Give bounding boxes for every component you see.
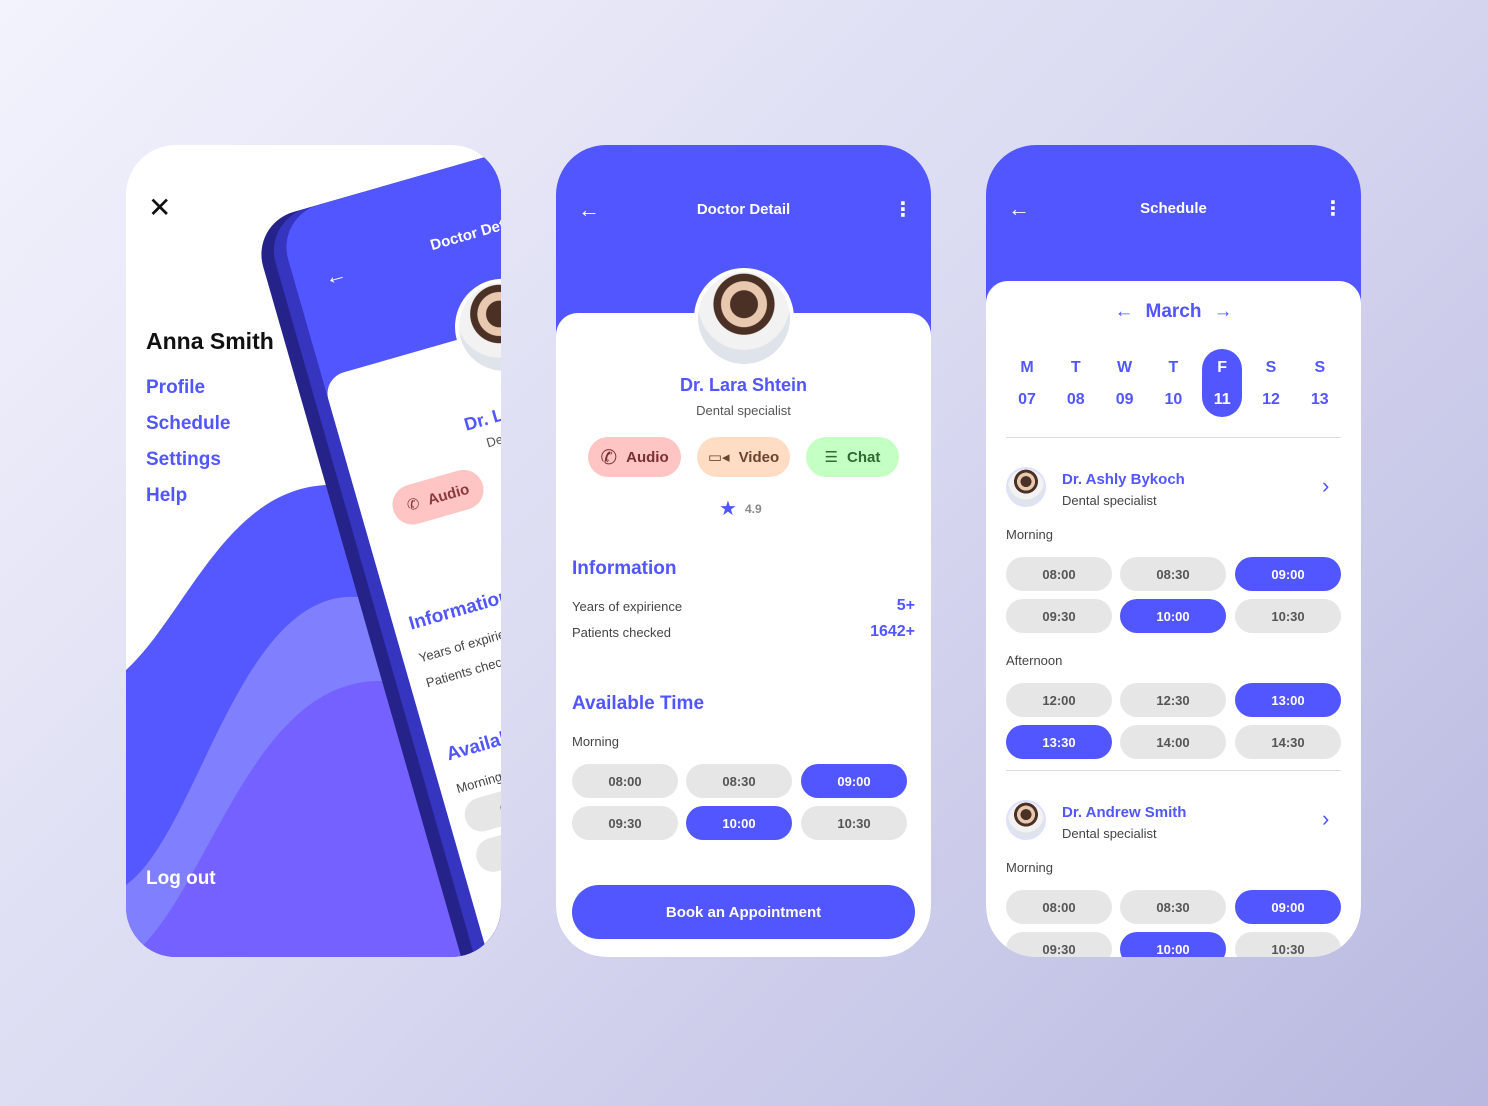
time-slot[interactable]: 13:00: [1235, 683, 1341, 717]
screen-title: Doctor Detail: [696, 201, 791, 218]
time-slot[interactable]: 09:30: [1006, 599, 1112, 633]
time-slot[interactable]: 13:30: [1006, 725, 1112, 759]
menu-screen: ✕ Anna Smith Profile Schedule Settings H…: [126, 145, 501, 957]
chevron-right-icon[interactable]: ›: [1322, 806, 1329, 832]
preview-info-title: Information: [406, 585, 501, 635]
time-slot[interactable]: 10:00: [1120, 932, 1226, 957]
video-camera-icon: ▭◂: [707, 449, 730, 466]
doctor-specialty: Dental specialist: [1062, 493, 1157, 508]
time-slot[interactable]: 14:30: [1235, 725, 1341, 759]
day-number: 13: [1310, 391, 1329, 408]
chevron-right-icon[interactable]: ›: [1322, 473, 1329, 499]
time-slot[interactable]: 10:00: [1120, 599, 1226, 633]
info-label: Years of expirience: [572, 599, 683, 614]
day-10[interactable]: T 10: [1153, 349, 1193, 417]
screen-title: Schedule: [1140, 200, 1207, 217]
phone-icon: ✆: [404, 494, 422, 515]
doctor-detail-screen: ← Doctor Detail ⋮ Dr. Lara Shtein Dental…: [556, 145, 931, 957]
next-month-arrow-icon[interactable]: →: [1213, 301, 1232, 323]
day-number: 07: [1018, 391, 1036, 408]
information-title: Information: [572, 558, 677, 579]
afternoon-label: Afternoon: [1006, 653, 1063, 668]
phone-icon: ✆: [600, 446, 618, 469]
doctor-avatar: [694, 268, 794, 368]
day-07[interactable]: M 07: [1007, 349, 1047, 417]
time-slot[interactable]: 10:30: [1235, 932, 1341, 957]
day-letter: W: [1117, 359, 1133, 376]
morning-label: Morning: [1006, 527, 1053, 542]
doctor-name[interactable]: Dr. Andrew Smith: [1062, 804, 1186, 821]
day-number: 08: [1066, 391, 1085, 408]
audio-label: Audio: [626, 448, 669, 466]
time-slot[interactable]: 09:00: [1235, 890, 1341, 924]
rating-value: 4.9: [744, 501, 762, 516]
day-number: 12: [1262, 391, 1280, 408]
time-slot[interactable]: 08:00: [572, 764, 678, 798]
chat-button[interactable]: ☰ Chat: [806, 437, 899, 477]
audio-button[interactable]: ✆ Audio: [588, 437, 681, 477]
time-slot[interactable]: 10:00: [686, 806, 792, 840]
doctor-avatar: [1006, 800, 1046, 840]
time-slot[interactable]: 09:30: [572, 806, 678, 840]
logout-button[interactable]: Log out: [146, 868, 216, 890]
day-letter: F: [1217, 359, 1228, 376]
time-slot[interactable]: 12:30: [1120, 683, 1226, 717]
day-letter: M: [1020, 359, 1034, 376]
book-appointment-button[interactable]: Book an Appointment: [572, 885, 915, 939]
month-selector: ← March →: [986, 301, 1361, 323]
time-slot[interactable]: 08:00: [1006, 557, 1112, 591]
prev-month-arrow-icon[interactable]: ←: [1115, 301, 1134, 323]
schedule-card: ← March → M 07 T 08 W 09 T 10 F 11 S 12 S 13 Dr. Ashl…: [986, 281, 1361, 957]
detail-card: Dr. Lara Shtein Dental specialist ✆ Audio…: [556, 313, 931, 957]
doctor-avatar: [1006, 467, 1046, 507]
chat-label: Chat: [847, 448, 881, 466]
time-slot[interactable]: 09:30: [1006, 932, 1112, 957]
star-icon: ★: [719, 498, 737, 520]
day-09[interactable]: W 09: [1105, 349, 1145, 417]
doctor-name: Dr. Lara Shtein: [679, 375, 808, 395]
time-slot[interactable]: 10:30: [1235, 599, 1341, 633]
time-slot[interactable]: 08:00: [1006, 890, 1112, 924]
info-value: 1642+: [870, 623, 915, 640]
day-08[interactable]: T 08: [1056, 349, 1096, 417]
info-label: Patients checked: [572, 625, 672, 640]
month-label: March: [1145, 301, 1202, 322]
time-slot[interactable]: 09:00: [1235, 557, 1341, 591]
doctor-specialty: Dental specialist: [696, 403, 791, 418]
schedule-screen: ← Schedule ⋮ ← March → M 07 T 08 W 09 T 10 F 11 S 1…: [986, 145, 1361, 957]
rating: ★ 4.9: [719, 496, 762, 521]
day-number: 10: [1164, 391, 1183, 408]
time-slot[interactable]: 08:30: [1120, 557, 1226, 591]
day-letter: S: [1265, 359, 1277, 376]
info-value: 5+: [896, 597, 915, 614]
chat-icon: ☰: [824, 449, 839, 466]
time-slot[interactable]: 08:30: [686, 764, 792, 798]
day-letter: T: [1070, 359, 1081, 376]
time-slot[interactable]: 10:30: [801, 806, 907, 840]
day-11[interactable]: F 11: [1202, 349, 1243, 417]
preview-audio-label: Audio: [425, 480, 472, 509]
time-slot[interactable]: 12:00: [1006, 683, 1112, 717]
day-letter: S: [1314, 359, 1326, 376]
more-options-icon[interactable]: ⋮: [893, 197, 913, 222]
day-number: 11: [1213, 391, 1231, 408]
video-button[interactable]: ▭◂ Video: [697, 437, 790, 477]
day-number: 09: [1115, 391, 1134, 408]
more-options-icon[interactable]: ⋮: [1323, 196, 1343, 221]
day-12[interactable]: S 12: [1251, 349, 1291, 417]
time-slot[interactable]: 14:00: [1120, 725, 1226, 759]
video-label: Video: [738, 448, 780, 466]
time-slot[interactable]: 09:00: [801, 764, 907, 798]
morning-label: Morning: [1006, 860, 1053, 875]
day-13[interactable]: S 13: [1300, 349, 1340, 417]
preview-available-title: Available Time: [444, 709, 501, 766]
available-time-title: Available Time: [572, 693, 705, 714]
day-letter: T: [1168, 359, 1179, 376]
time-slot[interactable]: 08:30: [1120, 890, 1226, 924]
morning-label: Morning: [572, 734, 619, 749]
doctor-specialty: Dental specialist: [1062, 826, 1157, 841]
doctor-name[interactable]: Dr. Ashly Bykoch: [1062, 471, 1185, 488]
